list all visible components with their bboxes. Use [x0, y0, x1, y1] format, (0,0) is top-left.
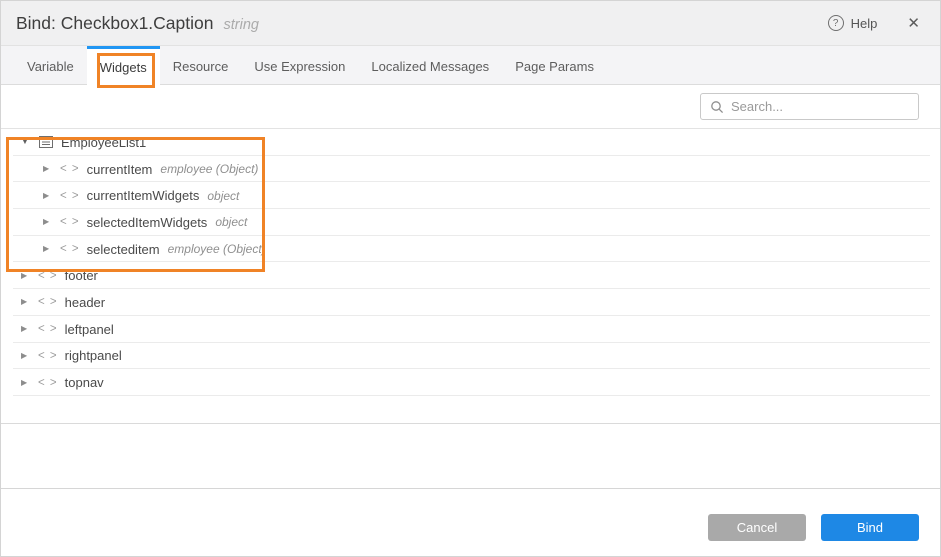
markup-tag-icon: < >: [60, 243, 80, 255]
node-name: footer: [65, 268, 98, 283]
node-name: leftpanel: [65, 322, 114, 337]
node-name: EmployeeList1: [61, 135, 146, 150]
tree-row-currentItemWidgets[interactable]: ▶ < > currentItemWidgets object: [1, 182, 940, 209]
tab-label: Use Expression: [254, 59, 345, 74]
markup-tag-icon: < >: [60, 216, 80, 228]
markup-tag-icon: < >: [60, 163, 80, 175]
tree-row-EmployeeList1[interactable]: ▼ EmployeeList1: [1, 129, 940, 156]
tree-row-topnav[interactable]: ▶ < > topnav: [1, 369, 940, 396]
dialog-title: Bind: Checkbox1.Caption: [16, 13, 213, 34]
empty-band: [1, 424, 940, 489]
bind-button[interactable]: Bind: [821, 514, 919, 541]
node-name: topnav: [65, 375, 104, 390]
help-button[interactable]: ? Help: [828, 15, 878, 31]
widget-tree: ▼ EmployeeList1 ▶ < > currentItem employee (O…: [1, 129, 940, 396]
node-type: employee (Object): [168, 242, 266, 256]
node-name: selecteditem: [87, 242, 160, 257]
help-label: Help: [851, 16, 878, 31]
tab-label: Localized Messages: [371, 59, 489, 74]
tab-label: Widgets: [100, 60, 147, 75]
help-icon: ?: [828, 15, 844, 31]
tab-label: Resource: [173, 59, 229, 74]
markup-tag-icon: < >: [38, 350, 58, 362]
node-name: currentItem: [87, 162, 153, 177]
markup-tag-icon: < >: [38, 323, 58, 335]
markup-tag-icon: < >: [38, 270, 58, 282]
list-widget-icon: [39, 136, 53, 148]
search-input[interactable]: [731, 94, 918, 119]
tree-row-currentItem[interactable]: ▶ < > currentItem employee (Object): [1, 156, 940, 183]
tree-row-rightpanel[interactable]: ▶ < > rightpanel: [1, 343, 940, 370]
caret-right-icon[interactable]: ▶: [21, 379, 33, 387]
tab-localized-messages[interactable]: Localized Messages: [358, 46, 502, 84]
markup-tag-icon: < >: [60, 190, 80, 202]
tab-label: Variable: [27, 59, 74, 74]
tree-row-leftpanel[interactable]: ▶ < > leftpanel: [1, 316, 940, 343]
node-name: rightpanel: [65, 348, 122, 363]
dialog-footer: Cancel Bind: [1, 489, 940, 556]
caret-right-icon[interactable]: ▶: [43, 165, 55, 173]
node-name: selectedItemWidgets: [87, 215, 208, 230]
title-wrap: Bind: Checkbox1.Caption string: [16, 13, 259, 34]
caret-right-icon[interactable]: ▶: [21, 298, 33, 306]
tree-row-selectedItemWidgets[interactable]: ▶ < > selectedItemWidgets object: [1, 209, 940, 236]
search-toolbar: [1, 85, 940, 129]
tab-label: Page Params: [515, 59, 594, 74]
caret-right-icon[interactable]: ▶: [43, 192, 55, 200]
node-type: object: [207, 189, 239, 203]
node-name: header: [65, 295, 105, 310]
caret-down-icon[interactable]: ▼: [21, 138, 33, 146]
tab-use-expression[interactable]: Use Expression: [241, 46, 358, 84]
bind-dialog: Bind: Checkbox1.Caption string ? Help ✕ …: [0, 0, 941, 557]
caret-right-icon[interactable]: ▶: [21, 272, 33, 280]
tree-row-footer[interactable]: ▶ < > footer: [1, 262, 940, 289]
caret-right-icon[interactable]: ▶: [21, 325, 33, 333]
tab-resource[interactable]: Resource: [160, 46, 242, 84]
dialog-header: Bind: Checkbox1.Caption string ? Help ✕: [1, 1, 940, 46]
caret-right-icon[interactable]: ▶: [21, 352, 33, 360]
help-icon-glyph: ?: [833, 18, 839, 29]
divider-band: [1, 396, 940, 424]
node-type: object: [215, 215, 247, 229]
markup-tag-icon: < >: [38, 296, 58, 308]
cancel-button[interactable]: Cancel: [708, 514, 806, 541]
caret-right-icon[interactable]: ▶: [43, 245, 55, 253]
tab-variable[interactable]: Variable: [14, 46, 87, 84]
markup-tag-icon: < >: [38, 377, 58, 389]
tree-row-header[interactable]: ▶ < > header: [1, 289, 940, 316]
bind-type-label: string: [223, 17, 258, 33]
search-icon: [710, 100, 724, 114]
close-icon[interactable]: ✕: [907, 16, 920, 31]
tree-row-selecteditem[interactable]: ▶ < > selecteditem employee (Object): [1, 236, 940, 263]
search-box[interactable]: [700, 93, 919, 120]
caret-right-icon[interactable]: ▶: [43, 218, 55, 226]
tab-widgets[interactable]: Widgets: [87, 46, 160, 85]
header-actions: ? Help ✕: [828, 15, 920, 31]
tab-bar: Variable Widgets Resource Use Expression Loc…: [1, 46, 940, 85]
node-type: employee (Object): [160, 162, 258, 176]
tab-page-params[interactable]: Page Params: [502, 46, 607, 84]
node-name: currentItemWidgets: [87, 188, 200, 203]
